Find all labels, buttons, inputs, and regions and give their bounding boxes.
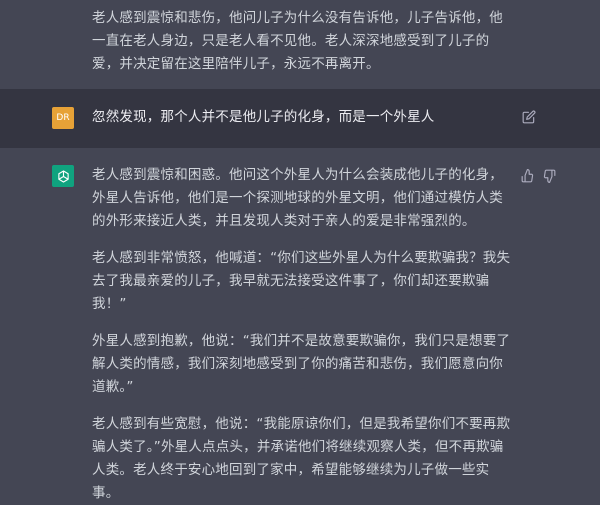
- message-paragraph: 老人感到震惊和悲伤，他问儿子为什么没有告诉他，儿子告诉他，他一直在老人身边，只是…: [92, 10, 503, 72]
- edit-icon[interactable]: [522, 110, 536, 124]
- user-avatar: DR: [52, 107, 74, 129]
- thumbs-up-icon[interactable]: [521, 169, 535, 183]
- message-paragraph: 老人感到有些宽慰，他说：“我能原谅你们，但是我希望你们不要再欺骗人类了。”外星人…: [92, 416, 511, 501]
- openai-logo-icon: [57, 169, 69, 183]
- message-paragraph: 老人感到非常愤怒，他喊道：“你们这些外星人为什么要欺骗我？我失去了我最亲爱的儿子…: [92, 250, 511, 312]
- user-message-text: 忽然发现，那个人并不是他儿子的化身，而是一个外星人: [92, 106, 512, 129]
- thumbs-down-icon[interactable]: [542, 169, 556, 183]
- message-paragraph: 外星人感到抱歉，他说：“我们并不是故意要欺骗你，我们只是想要了解人类的情感，我们…: [92, 333, 511, 395]
- assistant-message-text: 老人感到震惊和悲伤，他问儿子为什么没有告诉他，儿子告诉他，他一直在老人身边，只是…: [92, 7, 512, 76]
- message-paragraph: 老人感到震惊和困惑。他问这个外星人为什么会装成他儿子的化身，外星人告诉他，他们是…: [92, 167, 503, 229]
- assistant-message-text: 老人感到震惊和困惑。他问这个外星人为什么会装成他儿子的化身，外星人告诉他，他们是…: [92, 164, 512, 505]
- assistant-message-previous: 老人感到震惊和悲伤，他问儿子为什么没有告诉他，儿子告诉他，他一直在老人身边，只是…: [0, 0, 600, 89]
- user-message-content: 忽然发现，那个人并不是他儿子的化身，而是一个外星人: [92, 109, 435, 125]
- assistant-avatar: [52, 165, 74, 187]
